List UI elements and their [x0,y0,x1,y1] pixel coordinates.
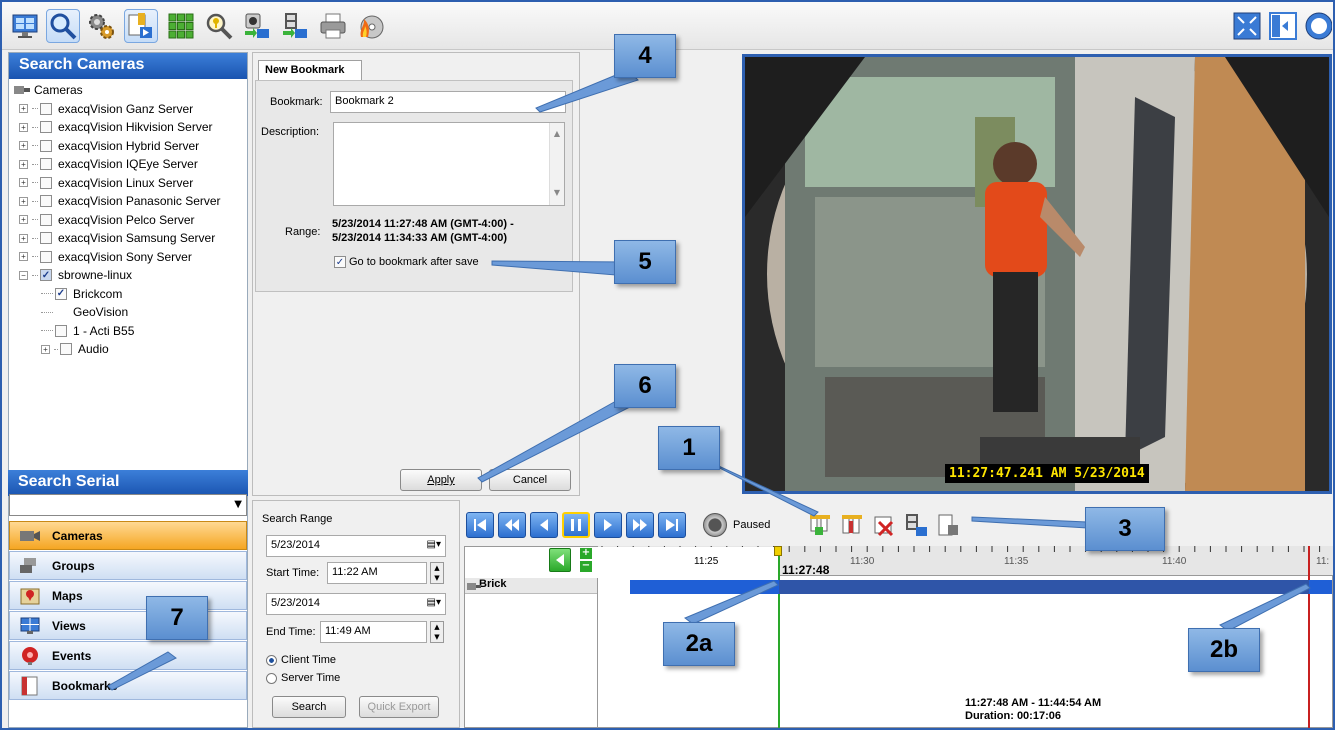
callout-5: 5 [614,240,676,284]
callout-2b: 2b [1188,628,1260,672]
callout-3: 3 [1085,507,1165,551]
callout-2a: 2a [663,622,735,666]
callout-4: 4 [614,34,676,78]
callout-7: 7 [146,596,208,640]
callout-1: 1 [658,426,720,470]
callout-6: 6 [614,364,676,408]
